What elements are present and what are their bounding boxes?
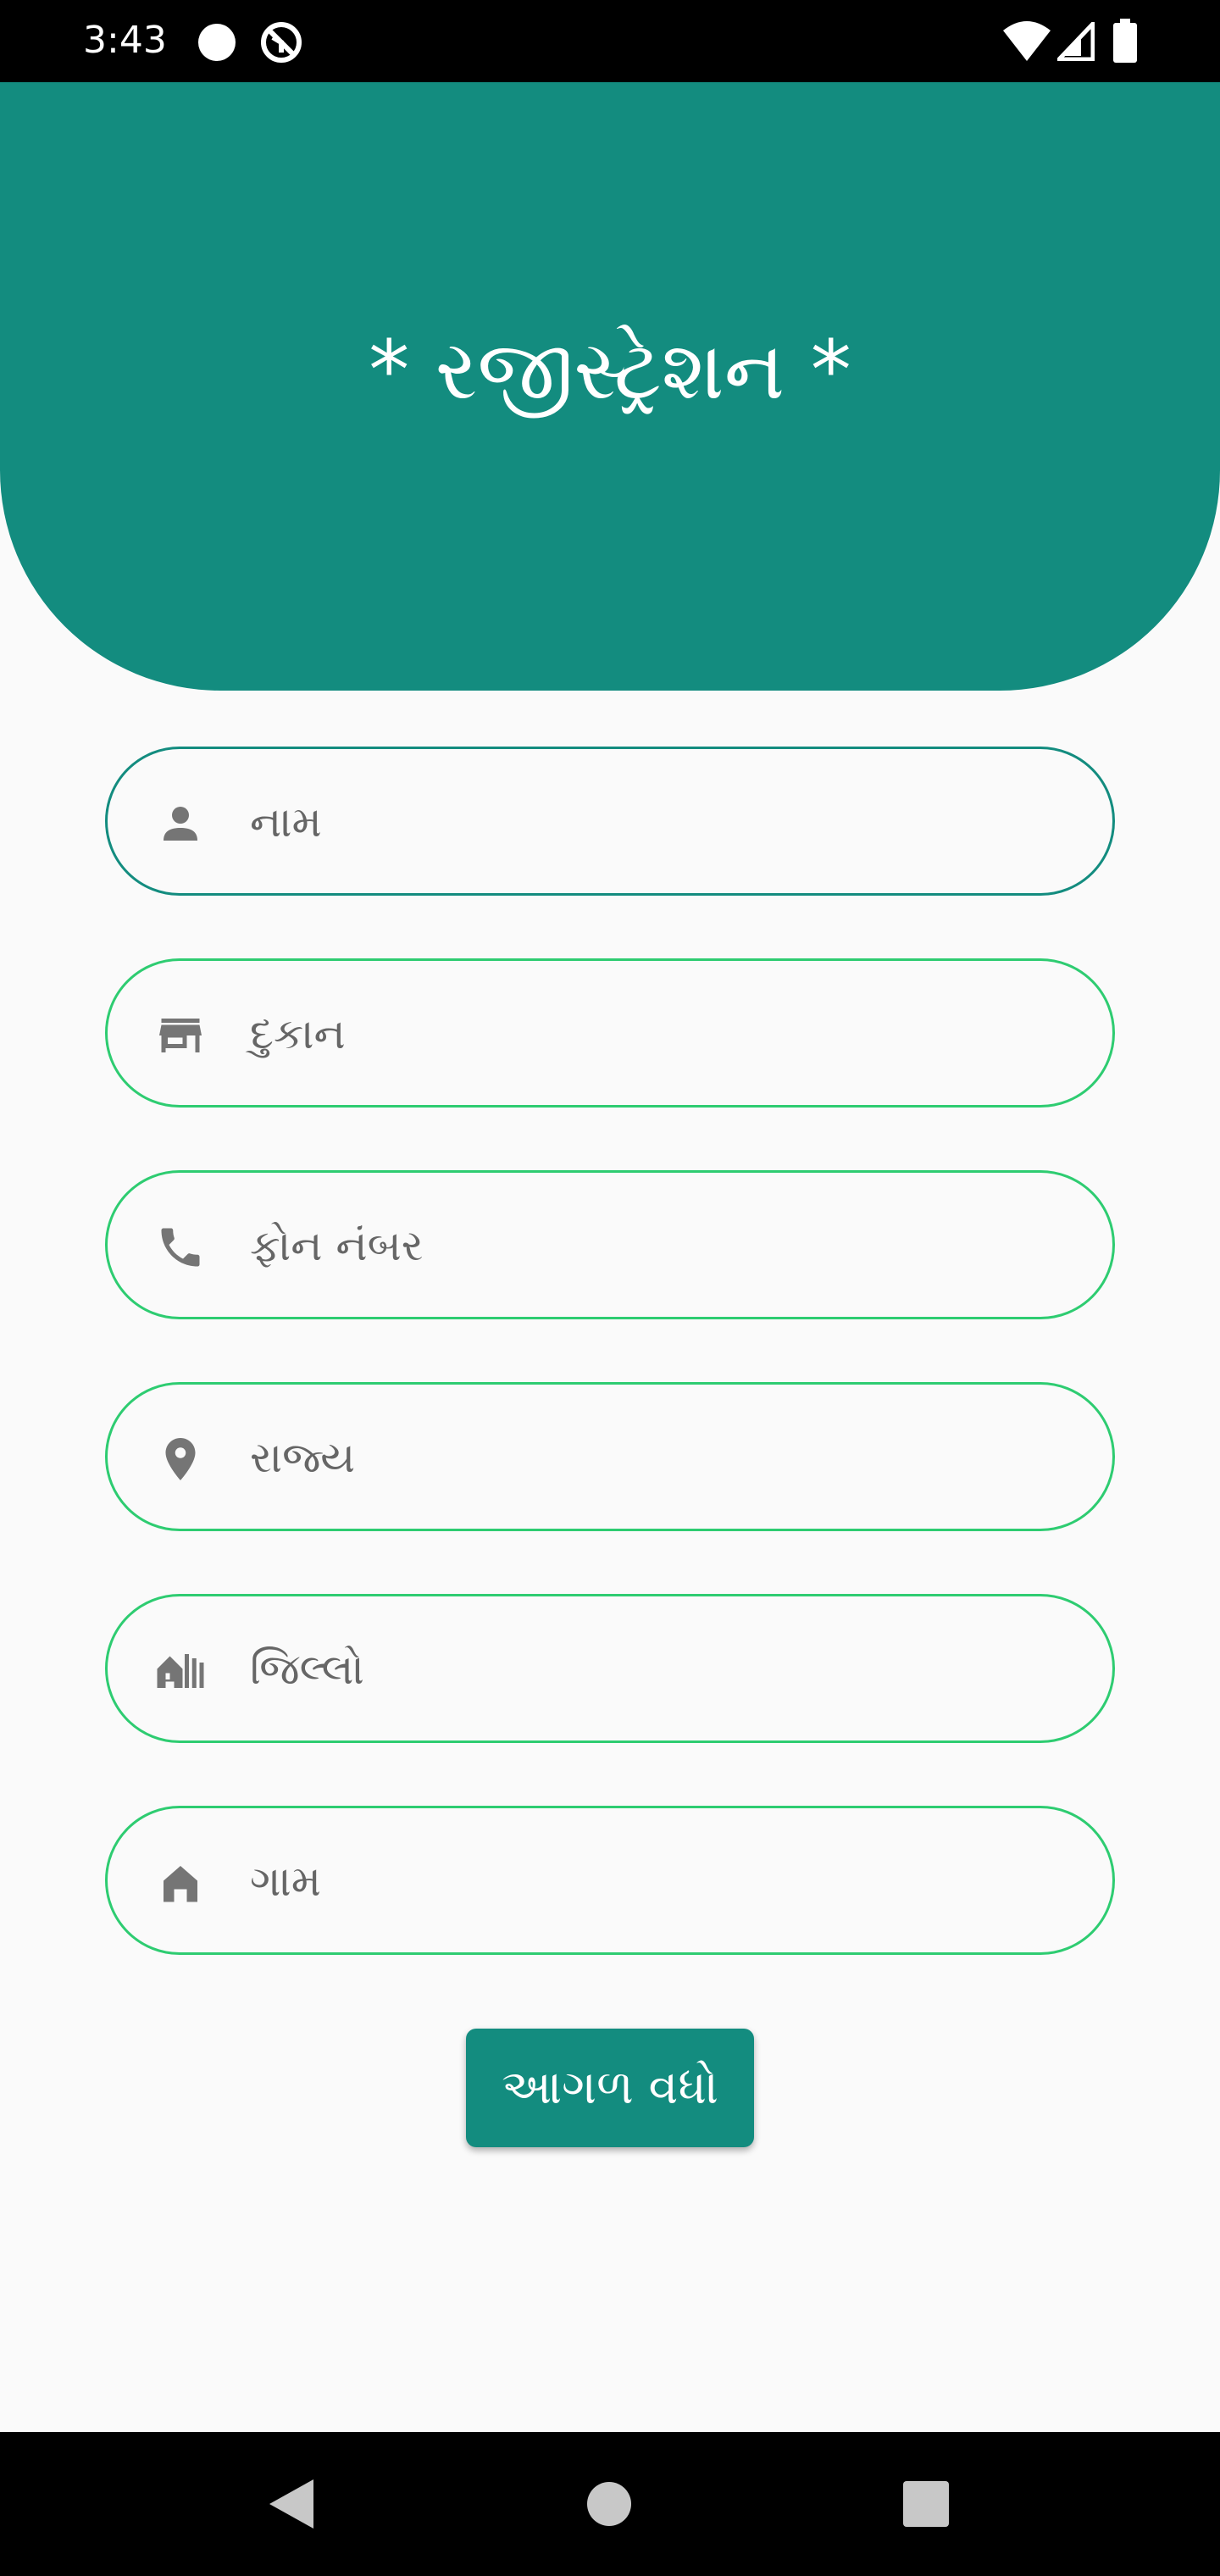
shop-field-placeholder: દુકાન bbox=[250, 1009, 346, 1058]
cell-signal-icon bbox=[1057, 22, 1095, 61]
header-banner: * રજીસ્ટ્રેશન * bbox=[0, 82, 1220, 691]
battery-icon bbox=[1113, 19, 1137, 63]
home-nav-icon[interactable] bbox=[586, 2481, 632, 2527]
district-field[interactable]: જિલ્લો bbox=[105, 1594, 1115, 1743]
village-field[interactable]: ગામ bbox=[105, 1806, 1115, 1955]
status-time: 3:43 bbox=[83, 19, 167, 62]
name-field[interactable]: નામ bbox=[105, 747, 1115, 896]
village-field-placeholder: ગામ bbox=[250, 1857, 322, 1906]
state-field-placeholder: રાજ્ય bbox=[250, 1433, 356, 1482]
wifi-icon bbox=[1003, 21, 1051, 61]
no-disturb-icon bbox=[261, 22, 302, 63]
page-title: * રજીસ્ટ્રેશન * bbox=[369, 323, 851, 418]
district-field-placeholder: જિલ્લો bbox=[250, 1645, 364, 1694]
name-field-placeholder: નામ bbox=[250, 797, 322, 847]
notification-dot-icon bbox=[198, 24, 236, 61]
state-field[interactable]: રાજ્ય bbox=[105, 1382, 1115, 1531]
person-icon bbox=[164, 807, 197, 841]
status-bar: 3:43 bbox=[0, 0, 1220, 82]
city-icon bbox=[157, 1654, 204, 1688]
location-pin-icon bbox=[165, 1438, 196, 1480]
back-icon[interactable] bbox=[266, 2478, 315, 2530]
phone-field-placeholder: ફોન નંબર bbox=[250, 1221, 424, 1270]
navigation-bar bbox=[0, 2432, 1220, 2576]
phone-field[interactable]: ફોન નંબર bbox=[105, 1170, 1115, 1319]
recents-icon[interactable] bbox=[903, 2481, 949, 2527]
shop-field[interactable]: દુકાન bbox=[105, 958, 1115, 1108]
home-icon bbox=[164, 1866, 197, 1902]
next-button[interactable]: આગળ વધો bbox=[466, 2029, 754, 2147]
store-icon bbox=[159, 1019, 202, 1052]
phone-icon bbox=[161, 1228, 200, 1267]
